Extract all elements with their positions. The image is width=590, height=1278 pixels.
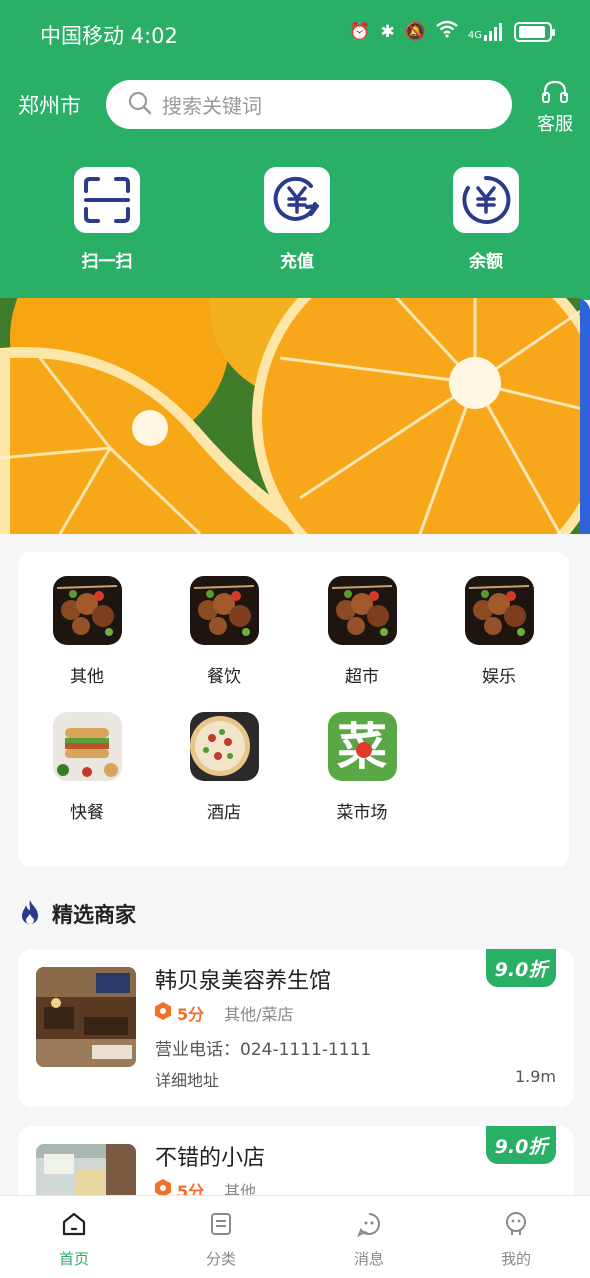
store-name: 韩贝泉美容养生馆	[155, 969, 332, 994]
discount-badge: 9.0折	[486, 949, 556, 987]
discount-badge: 9.0折	[486, 1126, 556, 1164]
sandwich-fastfood-image	[52, 712, 122, 781]
vegetable-market-logo: 菜	[327, 712, 397, 781]
headset-icon	[542, 80, 568, 108]
home-icon	[60, 1212, 88, 1242]
store-card[interactable]: 韩贝泉美容养生馆 5分 其他/菜店 营业电话：024-1111-1111 详细地…	[18, 949, 574, 1107]
search-placeholder: 搜索关键词	[162, 94, 262, 118]
bbq-skewers-image	[189, 576, 259, 645]
store-phone: 营业电话：024-1111-1111	[155, 1040, 372, 1060]
category-label: 酒店	[207, 803, 241, 823]
wifi-icon	[436, 20, 458, 43]
featured-merchants-heading: 精选商家	[18, 898, 136, 930]
tab-label: 我的	[500, 1250, 531, 1268]
category-fastfood[interactable]: 快餐	[27, 712, 147, 823]
network-type: 4G	[467, 29, 482, 41]
bottom-tab-bar: 首页 分类 消息 我的	[0, 1195, 590, 1278]
alarm-icon: ⏰	[349, 21, 371, 42]
category-panel: 其他 餐饮 超市 娱乐 快餐 酒店 菜 菜市场	[18, 552, 569, 867]
section-title: 精选商家	[52, 903, 136, 927]
scan-label: 扫一扫	[81, 252, 133, 272]
search-bar[interactable]: 搜索关键词	[106, 80, 512, 129]
category-supermarket[interactable]: 超市	[302, 576, 422, 687]
tab-label: 分类	[205, 1250, 236, 1268]
category-label: 超市	[345, 667, 379, 687]
bbq-skewers-image	[327, 576, 397, 645]
city-selector[interactable]: 郑州市	[18, 90, 81, 120]
scan-button[interactable]: 扫一扫	[74, 167, 140, 272]
tab-label: 消息	[353, 1250, 384, 1268]
store-address: 详细地址	[155, 1071, 220, 1090]
category-hotel[interactable]: 酒店	[164, 712, 284, 823]
category-label: 菜市场	[336, 803, 388, 823]
balance-yuan-icon	[453, 167, 519, 233]
mute-icon: 🔕	[404, 21, 426, 42]
category-label: 娱乐	[482, 667, 516, 687]
category-label: 餐饮	[207, 667, 241, 687]
category-label: 快餐	[70, 803, 104, 823]
store-photo	[36, 967, 136, 1067]
tab-label: 首页	[58, 1250, 89, 1268]
flame-icon	[18, 898, 42, 930]
score-badge-icon	[155, 1002, 171, 1024]
bbq-skewers-image	[52, 576, 122, 645]
tomato-icon	[355, 742, 372, 758]
battery-icon	[514, 21, 555, 42]
status-bar: 中国移动 4:02 ⏰ ✱ 🔕 4G	[0, 0, 590, 66]
pizza-image	[189, 712, 259, 781]
store-category: 其他/菜店	[224, 1005, 294, 1024]
scan-icon	[74, 167, 140, 233]
category-icon	[207, 1213, 235, 1242]
store-distance: 1.9m	[514, 1067, 556, 1086]
category-entertainment[interactable]: 娱乐	[439, 576, 559, 687]
tab-home[interactable]: 首页	[29, 1210, 119, 1269]
store-rating: 5分 其他/菜店	[155, 1001, 294, 1025]
recharge-label: 充值	[280, 252, 314, 272]
profile-icon	[502, 1212, 530, 1242]
tab-profile[interactable]: 我的	[471, 1210, 561, 1269]
recharge-yuan-icon	[264, 167, 330, 233]
store-score: 5分	[177, 1005, 205, 1024]
tab-messages[interactable]: 消息	[324, 1210, 414, 1269]
tab-category[interactable]: 分类	[176, 1210, 266, 1269]
category-dining[interactable]: 餐饮	[164, 576, 284, 687]
bluetooth-icon: ✱	[380, 21, 395, 42]
orange-slices-image	[0, 298, 590, 534]
header: 中国移动 4:02 ⏰ ✱ 🔕 4G 郑州市 搜索关键词 客服 扫一扫 充值 余…	[0, 0, 590, 300]
category-other[interactable]: 其他	[27, 576, 147, 687]
promo-banner[interactable]	[0, 298, 590, 534]
signal-icon: 4G	[467, 22, 504, 41]
customer-service-button[interactable]: 客服	[534, 80, 576, 136]
recharge-button[interactable]: 充值	[264, 167, 330, 272]
balance-label: 余额	[469, 252, 503, 272]
balance-button[interactable]: 余额	[453, 167, 519, 272]
message-icon	[355, 1213, 383, 1242]
category-label: 其他	[70, 667, 104, 687]
carrier-time: 中国移动 4:02	[40, 24, 178, 48]
status-icons: ⏰ ✱ 🔕 4G	[349, 20, 555, 43]
bbq-skewers-image	[464, 576, 534, 645]
category-vegetable-market[interactable]: 菜 菜市场	[302, 712, 422, 823]
service-label: 客服	[537, 114, 573, 135]
search-icon	[128, 91, 152, 119]
store-name: 不错的小店	[155, 1146, 266, 1171]
